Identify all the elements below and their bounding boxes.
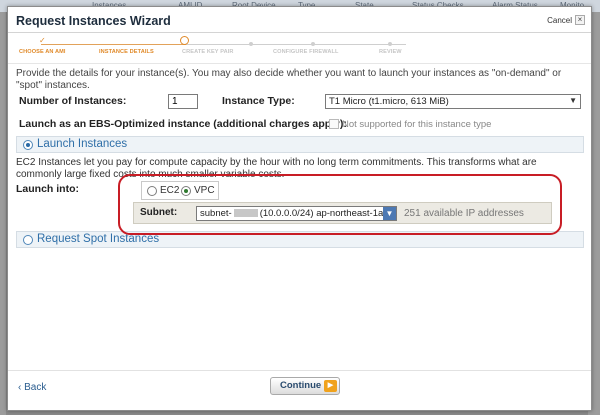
number-of-instances-label: Number of Instances: [19, 95, 127, 107]
background-left-panel [0, 12, 6, 415]
steps-divider [8, 63, 591, 64]
cancel-label: Cancel [547, 15, 572, 25]
step-configure-firewall: CONFIGURE FIREWALL [273, 49, 339, 55]
instance-type-label: Instance Type: [222, 95, 295, 107]
ebs-optimized-checkbox[interactable] [329, 119, 339, 129]
spot-instances-radio[interactable] [23, 235, 33, 245]
highlight-annotation [118, 174, 562, 235]
launch-instances-section-header[interactable]: Launch Instances [16, 136, 584, 153]
ebs-optimized-label: Launch as an EBS-Optimized instance (add… [19, 118, 347, 130]
footer-divider [8, 370, 591, 371]
number-of-instances-input[interactable] [168, 94, 198, 109]
launch-into-label: Launch into: [16, 183, 79, 195]
cancel-button[interactable]: Cancel × [547, 15, 585, 25]
launch-instances-label: Launch Instances [37, 138, 128, 150]
chevron-down-icon: ▼ [569, 96, 577, 105]
request-instances-wizard-dialog: Request Instances Wizard Cancel × ✓ CHOO… [7, 6, 592, 411]
arrow-right-icon: ▶ [324, 380, 337, 392]
step-review: REVIEW [379, 49, 402, 55]
dialog-title: Request Instances Wizard [16, 14, 171, 28]
step-done-check-icon: ✓ [39, 36, 46, 45]
step-current-marker-icon [180, 36, 189, 45]
step-todo-marker-icon [249, 42, 253, 46]
back-link[interactable]: ‹ Back [18, 382, 46, 393]
intro-text: Provide the details for your instance(s)… [16, 68, 562, 91]
step-choose-ami: CHOOSE AN AMI [19, 49, 66, 55]
continue-button[interactable]: Continue ▶ [270, 377, 340, 395]
step-instance-details: INSTANCE DETAILS [99, 49, 154, 55]
close-icon: × [575, 15, 585, 25]
title-divider [8, 32, 591, 33]
launch-instances-radio[interactable] [23, 140, 33, 150]
step-create-key-pair: CREATE KEY PAIR [182, 49, 234, 55]
instance-type-value: T1 Micro (t1.micro, 613 MiB) [329, 96, 449, 107]
step-todo-marker-icon [388, 42, 392, 46]
instance-type-select[interactable]: T1 Micro (t1.micro, 613 MiB) ▼ [325, 94, 581, 109]
ebs-not-supported-note: Not supported for this instance type [342, 119, 492, 130]
step-todo-marker-icon [311, 42, 315, 46]
continue-label: Continue [280, 380, 322, 391]
